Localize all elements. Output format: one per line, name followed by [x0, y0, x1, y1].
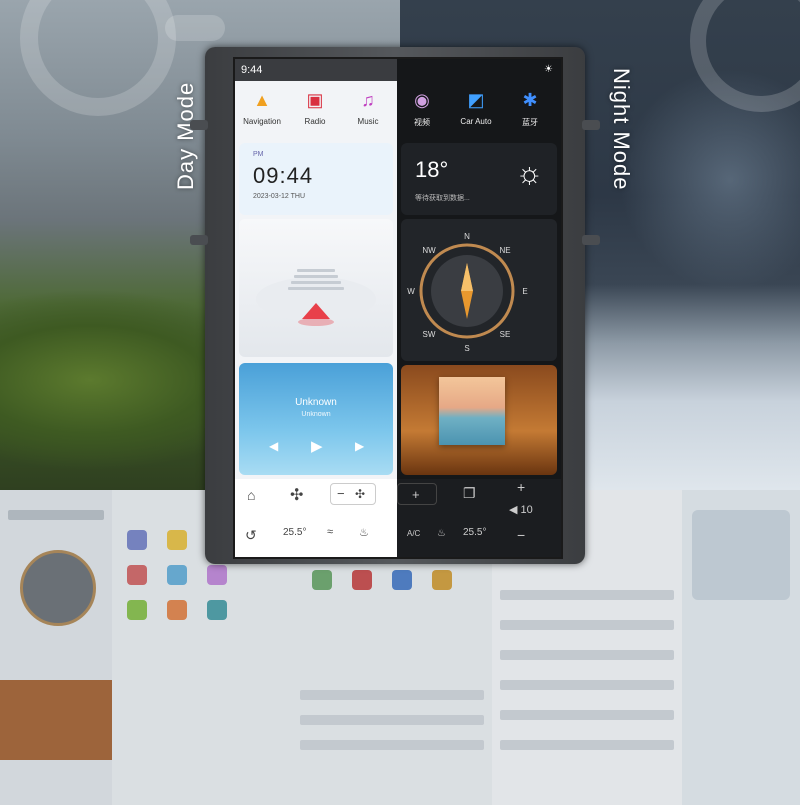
compass-widget[interactable]: N S E W NE NW SE SW: [401, 219, 557, 361]
car-auto-icon: ◩: [467, 90, 485, 110]
app-music[interactable]: ♫ Music: [343, 89, 393, 126]
album-art-widget[interactable]: [401, 365, 557, 475]
compass-s: S: [464, 344, 469, 353]
compass-w: W: [407, 287, 415, 296]
clock-ampm: PM: [253, 151, 264, 158]
app-video[interactable]: ◉ 视频: [397, 89, 447, 128]
compass-thumb-icon: [20, 550, 96, 626]
clock-time: 09:44: [253, 163, 314, 188]
compass-e: E: [522, 287, 527, 296]
weather-desc: 等待获取到数据...: [415, 195, 470, 202]
compass-sw: SW: [423, 330, 436, 339]
clock-widget[interactable]: PM 09:44 2023-03-12 THU: [239, 143, 393, 215]
day-climate-bar: ⌂ ✣ − ✣ ↺ 25.5° ≈ ♨: [235, 479, 397, 557]
compass-se: SE: [500, 330, 511, 339]
navigation-icon: ▲: [253, 90, 271, 110]
app-car-auto[interactable]: ◩ Car Auto: [451, 89, 501, 126]
right-temp[interactable]: 25.5°: [463, 527, 486, 538]
music-title: Unknown: [295, 397, 337, 408]
sun-icon: ☼: [515, 157, 544, 190]
compass-n: N: [464, 232, 470, 241]
navigation-map-icon: [256, 269, 376, 326]
brightness-icon[interactable]: ☀: [544, 64, 553, 75]
play-icon[interactable]: ▶: [311, 437, 323, 455]
night-app-bar: ◉ 视频 ◩ Car Auto ✱ 蓝牙: [397, 81, 561, 141]
home-icon[interactable]: ⌂: [247, 487, 255, 503]
fan-small-icon: ✣: [355, 487, 366, 501]
status-time: 9:44: [241, 64, 263, 76]
night-mode-label: Night Mode: [609, 68, 634, 191]
gallery-shot-compass: [0, 490, 114, 805]
bluetooth-icon: ✱: [522, 90, 538, 110]
compass-icon: N S E W NE NW SE SW: [407, 232, 527, 353]
music-widget[interactable]: Unknown Unknown ◀ ▶ ▶: [239, 363, 393, 475]
defrost-rear-icon[interactable]: ♨: [437, 528, 446, 539]
weather-widget[interactable]: 18° 等待获取到数据... ☼: [401, 143, 557, 215]
decorative-pill: [165, 15, 225, 41]
fan-icon[interactable]: ✣: [290, 485, 303, 505]
day-mode-panel: 9:44 ▲ Navigation ▣ Radio ♫ Music PM 09:…: [235, 59, 397, 557]
status-bar: 9:44: [235, 59, 397, 81]
defrost-icon[interactable]: ♨: [359, 526, 369, 539]
album-art: [439, 377, 505, 445]
app-bluetooth[interactable]: ✱ 蓝牙: [505, 89, 555, 128]
night-climate-bar: + ❐ + ◀ 10 − A/C ♨ 25.5°: [397, 479, 561, 557]
music-icon: ♫: [361, 90, 375, 110]
mount-tab: [582, 120, 600, 130]
fan-speed-control-night[interactable]: +: [397, 483, 437, 505]
mount-tab: [582, 235, 600, 245]
day-mode-label: Day Mode: [173, 81, 198, 190]
ac-button[interactable]: A/C: [407, 529, 420, 538]
radio-icon: ▣: [306, 90, 324, 110]
fan-up-button[interactable]: +: [517, 479, 525, 495]
app-radio[interactable]: ▣ Radio: [290, 89, 340, 126]
music-artist: Unknown: [301, 411, 331, 418]
status-bar-night: ☀: [397, 59, 561, 81]
compass-nw: NW: [422, 246, 436, 255]
fan-speed-control[interactable]: − ✣: [330, 483, 376, 505]
back-icon[interactable]: ↺: [245, 527, 257, 544]
mount-tab: [190, 120, 208, 130]
previous-track-icon[interactable]: ◀: [269, 439, 278, 453]
mount-tab: [190, 235, 208, 245]
fan-down-button[interactable]: −: [517, 527, 525, 543]
weather-temp: 18°: [415, 157, 449, 182]
recirculation-icon[interactable]: ❐: [463, 485, 476, 502]
next-track-icon[interactable]: ▶: [355, 439, 364, 453]
clock-date: 2023-03-12 THU: [253, 193, 306, 200]
night-mode-panel: ☀ ◉ 视频 ◩ Car Auto ✱ 蓝牙 18° 等待获取到数据... ☼: [397, 59, 561, 557]
app-navigation[interactable]: ▲ Navigation: [237, 89, 287, 126]
compass-ne: NE: [499, 246, 510, 255]
navigation-widget[interactable]: [239, 219, 393, 357]
day-app-bar: ▲ Navigation ▣ Radio ♫ Music: [235, 81, 397, 141]
head-unit-screen: 9:44 ▲ Navigation ▣ Radio ♫ Music PM 09:…: [233, 57, 563, 559]
video-icon: ◉: [414, 90, 430, 110]
fan-level-indicator: ◀ 10: [509, 504, 533, 516]
gallery-shot-car: [682, 490, 800, 805]
seat-heat-icon[interactable]: ≈: [327, 526, 333, 538]
left-temp[interactable]: 25.5°: [283, 527, 306, 538]
